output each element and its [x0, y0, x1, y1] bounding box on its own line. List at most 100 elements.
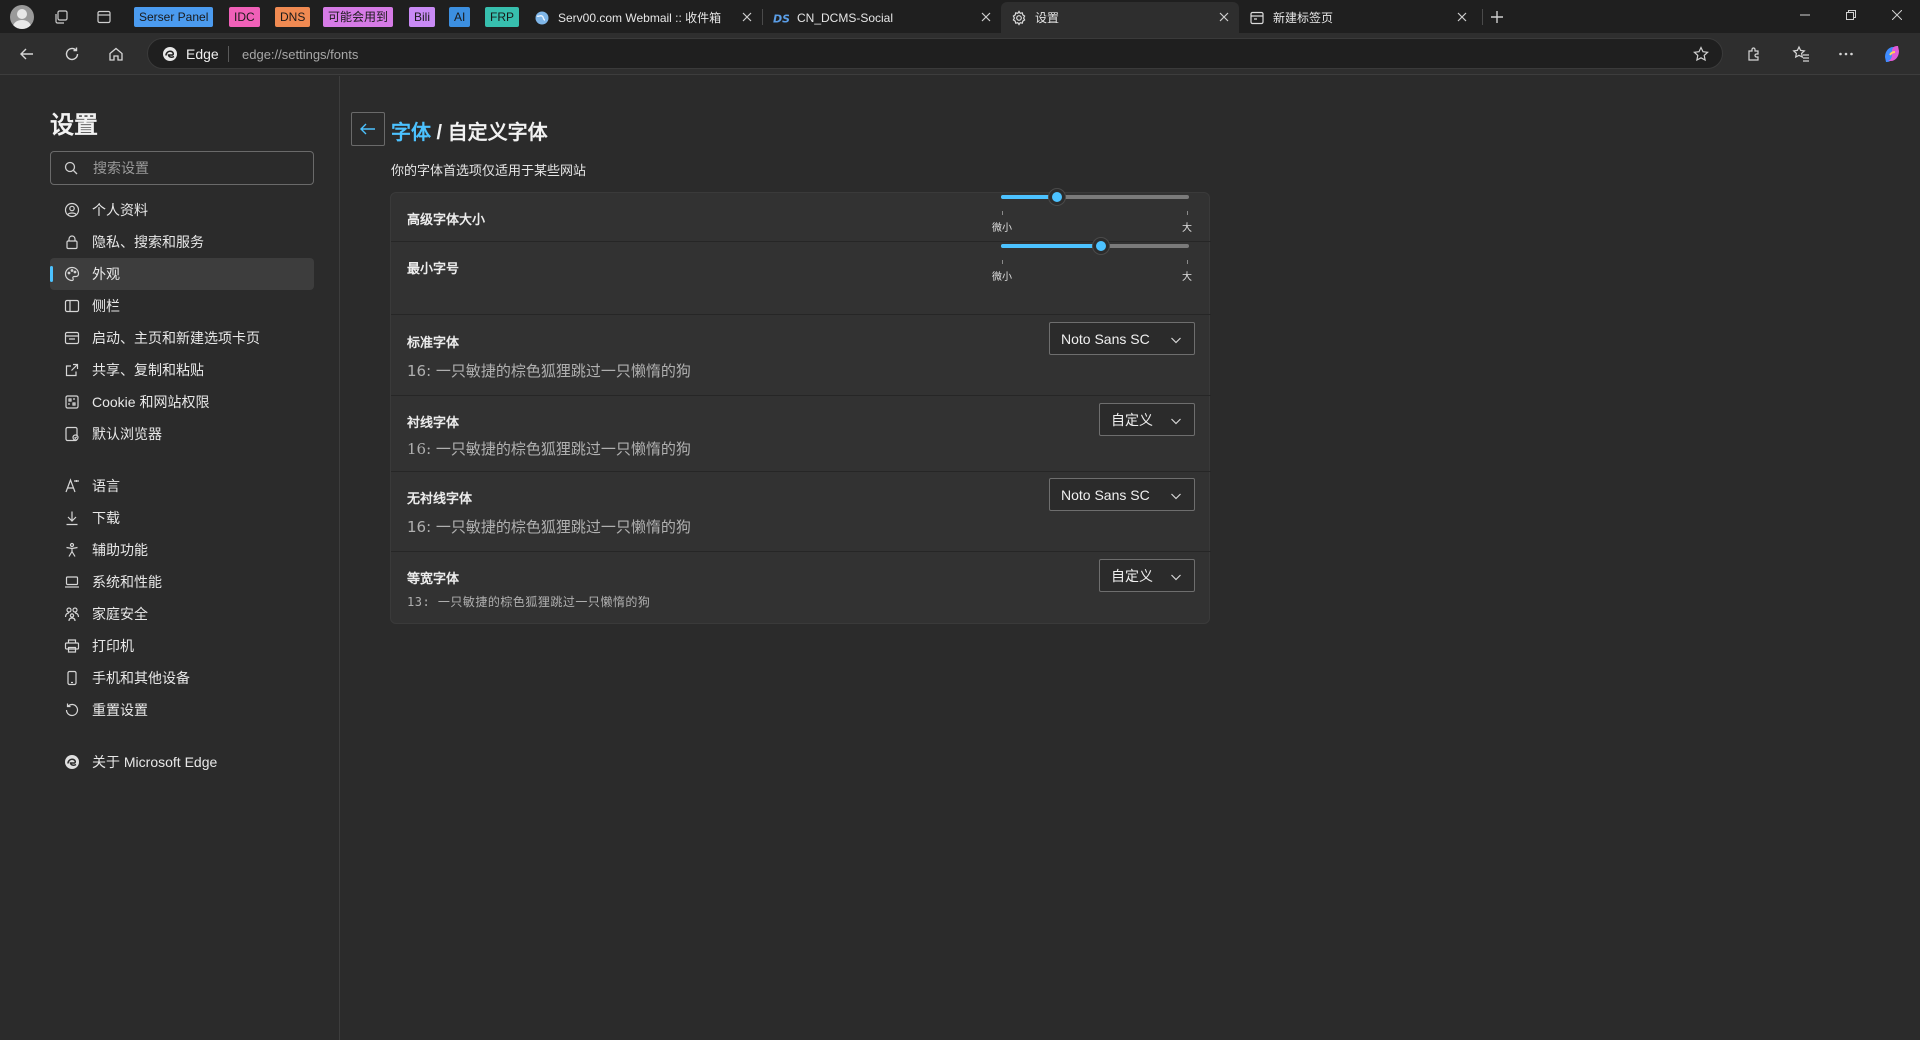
- sidebar-icon: [64, 298, 80, 314]
- copilot-icon[interactable]: [1880, 42, 1904, 66]
- slider-tick: [1187, 260, 1188, 264]
- restore-icon[interactable]: [1828, 0, 1874, 30]
- sidebar-item-label: 打印机: [92, 638, 134, 654]
- sidebar-item-label: 系统和性能: [92, 574, 162, 590]
- close-icon[interactable]: [979, 10, 993, 24]
- back-arrow-icon[interactable]: [15, 42, 39, 66]
- sans-serif-font-sample: 16: 一只敏捷的棕色狐狸跳过一只懒惰的狗: [407, 518, 691, 536]
- slider-tick: [1187, 211, 1188, 215]
- search-input[interactable]: [93, 160, 293, 176]
- new-tab-plus-icon[interactable]: [1486, 6, 1508, 28]
- bookmark-maybe-useful[interactable]: 可能会用到: [323, 7, 394, 27]
- address-bar[interactable]: Edge edge://settings/fonts: [147, 38, 1723, 69]
- family-icon: [64, 606, 80, 622]
- font-size-label: 高级字体大小: [407, 212, 486, 227]
- more-options-icon[interactable]: [1834, 42, 1858, 66]
- sidebar-item-phone[interactable]: 手机和其他设备: [50, 662, 314, 694]
- sidebar-item-share[interactable]: 共享、复制和粘贴: [50, 354, 314, 386]
- back-button[interactable]: [351, 112, 385, 146]
- serif-font-label: 衬线字体: [407, 415, 460, 430]
- tab-actions-icon[interactable]: [93, 6, 115, 28]
- slider-tick: [1002, 260, 1003, 264]
- sidebar-item-reset[interactable]: 重置设置: [50, 694, 314, 726]
- breadcrumb: 字体 / 自定义字体: [391, 116, 548, 145]
- profile-icon: [64, 202, 80, 218]
- sidebar-item-system[interactable]: 系统和性能: [50, 566, 314, 598]
- sidebar-item-cookies[interactable]: Cookie 和网站权限: [50, 386, 314, 418]
- slider-thumb[interactable]: [1093, 238, 1109, 254]
- chevron-down-icon: [1170, 415, 1182, 427]
- bookmark-ai[interactable]: AI: [449, 7, 471, 27]
- laptop-icon: [64, 574, 80, 590]
- sidebar-item-default-browser[interactable]: 默认浏览器: [50, 418, 314, 450]
- slider-tick: [1002, 211, 1003, 215]
- slider-thumb[interactable]: [1049, 189, 1065, 205]
- bookmark-bili[interactable]: Bili: [409, 7, 436, 27]
- close-icon[interactable]: [740, 10, 754, 24]
- edge-logo-icon: [64, 754, 80, 770]
- gear-icon: [1011, 9, 1027, 26]
- address-url[interactable]: edge://settings/fonts: [242, 47, 358, 62]
- sidebar-item-sidebar[interactable]: 侧栏: [50, 290, 314, 322]
- refresh-icon[interactable]: [60, 42, 84, 66]
- favorites-icon[interactable]: [1789, 42, 1813, 66]
- bookmark-serser-panel[interactable]: Serser Panel: [134, 7, 214, 27]
- bookmark-dns[interactable]: DNS: [275, 7, 311, 27]
- tab-webmail[interactable]: Serv00.com Webmail :: 收件箱: [524, 2, 762, 33]
- page-title: 自定义字体: [447, 122, 548, 144]
- extensions-icon[interactable]: [1742, 42, 1766, 66]
- slider-max-label: 大: [1182, 223, 1192, 234]
- edge-logo-icon: [162, 46, 178, 62]
- standard-font-select[interactable]: Noto Sans SC: [1049, 322, 1195, 355]
- home-icon[interactable]: [104, 42, 128, 66]
- min-size-slider[interactable]: 微小 大: [992, 238, 1192, 283]
- row-divider: [391, 471, 1211, 472]
- sidebar-item-accessibility[interactable]: 辅助功能: [50, 534, 314, 566]
- globe-icon: [534, 10, 550, 26]
- select-value: 自定义: [1111, 411, 1153, 428]
- chevron-down-icon: [1170, 334, 1182, 346]
- sans-serif-font-select[interactable]: Noto Sans SC: [1049, 478, 1195, 511]
- sans-serif-font-label: 无衬线字体: [407, 491, 473, 506]
- monospace-font-sample: 13: 一只敏捷的棕色狐狸跳过一只懒惰的狗: [407, 595, 651, 609]
- workspaces-icon[interactable]: [50, 6, 72, 28]
- settings-sidebar: 设置 个人资料 隐私、搜索和服务 外观 侧栏 启动、主页和新建选项卡页 共享、复…: [0, 76, 340, 1040]
- sidebar-item-profile[interactable]: 个人资料: [50, 194, 314, 226]
- chevron-down-icon: [1170, 490, 1182, 502]
- tab-cn-dcms[interactable]: DS CN_DCMS-Social: [763, 2, 1001, 33]
- sidebar-item-label: 外观: [92, 266, 120, 282]
- close-icon[interactable]: [1217, 10, 1231, 24]
- window-close-icon[interactable]: [1874, 0, 1920, 30]
- serif-font-select[interactable]: 自定义: [1099, 403, 1195, 436]
- sidebar-item-privacy[interactable]: 隐私、搜索和服务: [50, 226, 314, 258]
- newtab-icon: [1249, 10, 1265, 26]
- close-icon[interactable]: [1455, 10, 1469, 24]
- breadcrumb-parent-link[interactable]: 字体: [391, 122, 431, 144]
- standard-font-sample: 16: 一只敏捷的棕色狐狸跳过一只懒惰的狗: [407, 362, 691, 380]
- tab-new-tab[interactable]: 新建标签页: [1239, 2, 1477, 33]
- bookmark-frp[interactable]: FRP: [485, 7, 519, 27]
- search-icon: [63, 160, 79, 176]
- sidebar-item-label: 启动、主页和新建选项卡页: [92, 330, 260, 346]
- sidebar-item-downloads[interactable]: 下载: [50, 502, 314, 534]
- sidebar-item-family[interactable]: 家庭安全: [50, 598, 314, 630]
- row-divider: [391, 314, 1211, 315]
- favorite-star-icon[interactable]: [1692, 45, 1710, 63]
- sidebar-item-startup[interactable]: 启动、主页和新建选项卡页: [50, 322, 314, 354]
- font-size-slider[interactable]: 微小 大: [992, 189, 1192, 234]
- sidebar-item-language[interactable]: 语言: [50, 470, 314, 502]
- tab-settings[interactable]: 设置: [1001, 2, 1239, 33]
- bookmark-idc[interactable]: IDC: [229, 7, 260, 27]
- search-box[interactable]: [50, 151, 314, 185]
- sidebar-item-about[interactable]: 关于 Microsoft Edge: [50, 746, 314, 778]
- sidebar-item-printers[interactable]: 打印机: [50, 630, 314, 662]
- sidebar-item-appearance[interactable]: 外观: [50, 258, 314, 290]
- address-divider: [228, 46, 229, 62]
- sidebar-item-label: 隐私、搜索和服务: [92, 234, 204, 250]
- printer-icon: [64, 638, 80, 654]
- home-icon: [64, 330, 80, 346]
- monospace-font-select[interactable]: 自定义: [1099, 559, 1195, 592]
- sidebar-item-label: 语言: [92, 478, 120, 494]
- profile-avatar[interactable]: [10, 5, 34, 29]
- minimize-icon[interactable]: [1782, 0, 1828, 30]
